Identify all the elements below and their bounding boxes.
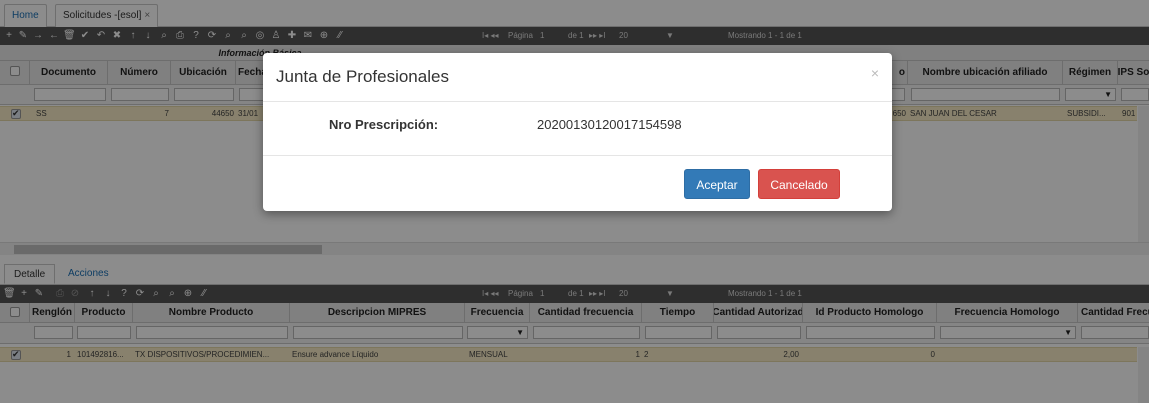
nro-prescripcion-value: 20200130120017154598 [537, 117, 682, 132]
junta-profesionales-dialog: Junta de Profesionales × Nro Prescripció… [263, 53, 892, 211]
close-icon[interactable]: × [871, 65, 879, 81]
aceptar-button[interactable]: Aceptar [684, 169, 750, 199]
modal-header-divider [263, 101, 892, 102]
cancelado-button[interactable]: Cancelado [758, 169, 840, 199]
modal-title: Junta de Profesionales [276, 67, 449, 86]
nro-prescripcion-label: Nro Prescripción: [329, 117, 439, 132]
modal-footer-divider [263, 155, 892, 156]
